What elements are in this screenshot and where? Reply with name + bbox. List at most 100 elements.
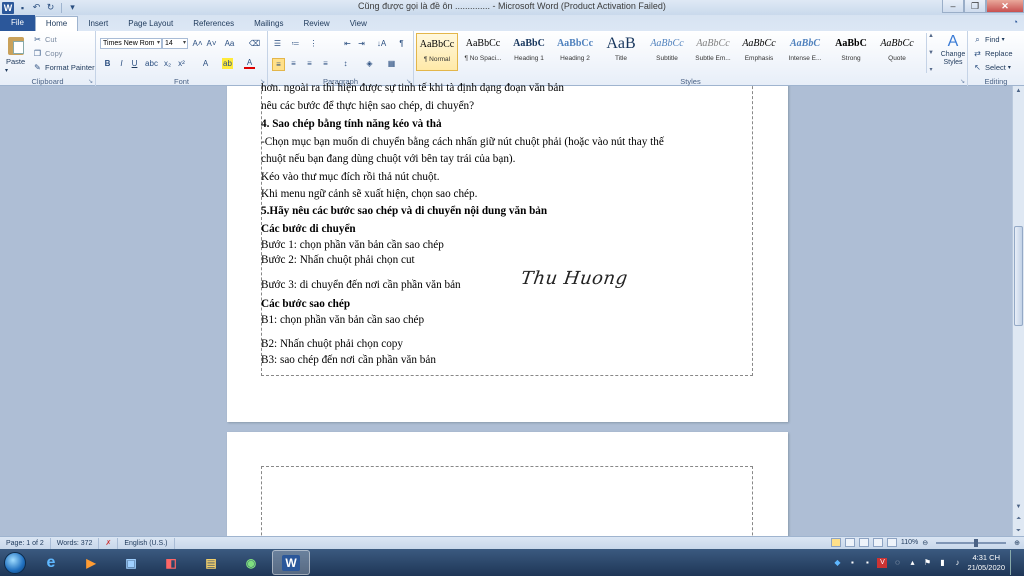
zoom-level[interactable]: 110% <box>901 539 918 546</box>
close-button[interactable]: ✕ <box>986 0 1024 13</box>
tab-view[interactable]: View <box>340 17 377 31</box>
bullets-button[interactable]: ☰ <box>272 38 283 49</box>
replace-button[interactable]: ⇄ Replace <box>972 48 1012 59</box>
tab-file[interactable]: File <box>0 15 35 31</box>
help-icon[interactable]: ◔ <box>1013 17 1018 27</box>
styles-launcher-icon[interactable]: ↘ <box>960 78 965 85</box>
outline-view-button[interactable] <box>872 538 883 547</box>
borders-button[interactable]: ▦ <box>386 58 397 69</box>
zoom-out-icon[interactable]: ⊖ <box>922 539 928 547</box>
word-app-icon[interactable]: W <box>2 1 14 14</box>
previous-page-icon[interactable]: ⏶ <box>1013 514 1024 524</box>
underline-button[interactable]: U <box>129 58 140 69</box>
shrink-font-button[interactable]: A˅ <box>206 38 217 49</box>
select-button[interactable]: ↖ Select ▾ <box>972 62 1011 73</box>
scroll-thumb[interactable] <box>1014 226 1023 326</box>
font-family-select[interactable]: Times New Rom ▾ <box>100 38 162 49</box>
style-subtle-emphasis[interactable]: AaBbCc Subtle Em... <box>692 33 734 71</box>
find-button[interactable]: ⌕ Find ▾ <box>972 34 1004 45</box>
multilevel-list-button[interactable]: ⋮ <box>308 38 319 49</box>
scroll-up-arrow-icon[interactable]: ▲ <box>1013 86 1024 96</box>
change-case-button[interactable]: Aa <box>224 38 235 49</box>
vertical-scrollbar[interactable]: ▲ ▼ ⏶ ⏷ <box>1012 86 1024 536</box>
save-icon[interactable]: ▪ <box>17 2 28 13</box>
page-2[interactable] <box>227 432 788 536</box>
style-normal[interactable]: AaBbCc ¶ Normal <box>416 33 458 71</box>
unikey-tray-icon[interactable]: V <box>877 557 888 568</box>
tray-icon[interactable]: ▪ <box>847 558 857 568</box>
cut-button[interactable]: ✂ Cut <box>32 34 57 45</box>
tray-icon[interactable]: ◌ <box>892 558 902 568</box>
scroll-down-arrow-icon[interactable]: ▼ <box>1013 502 1024 512</box>
unikey-icon[interactable]: ◧ <box>152 550 190 575</box>
style-title[interactable]: AaB Title <box>600 33 642 71</box>
show-hidden-icons[interactable]: ▴ <box>907 558 917 568</box>
word-taskbar-icon[interactable]: W <box>272 550 310 575</box>
copy-button[interactable]: ❐ Copy <box>32 48 63 59</box>
zoom-slider[interactable] <box>936 538 1007 547</box>
bold-button[interactable]: B <box>102 58 113 69</box>
clear-formatting-button[interactable]: ⌫ <box>249 38 260 49</box>
clipboard-launcher-icon[interactable]: ↘ <box>88 78 93 85</box>
show-formatting-button[interactable]: ¶ <box>396 38 407 49</box>
paste-dropdown-icon[interactable]: ▾ <box>5 67 8 74</box>
maximize-button[interactable]: ❐ <box>964 0 986 13</box>
volume-icon[interactable]: ♪ <box>952 558 962 568</box>
network-app-icon[interactable]: ▣ <box>112 550 150 575</box>
language-indicator[interactable]: English (U.S.) <box>118 537 175 549</box>
show-desktop-button[interactable] <box>1010 550 1018 575</box>
font-size-select[interactable]: 14 ▾ <box>162 38 188 49</box>
line-spacing-button[interactable]: ↕ <box>340 58 351 69</box>
tab-references[interactable]: References <box>183 17 244 31</box>
next-page-icon[interactable]: ⏷ <box>1013 526 1024 536</box>
full-screen-view-button[interactable] <box>844 538 855 547</box>
minimize-button[interactable]: – <box>942 0 964 13</box>
vpn-tray-icon[interactable]: ◆ <box>832 558 842 568</box>
file-explorer-icon[interactable]: ▤ <box>192 550 230 575</box>
superscript-button[interactable]: x² <box>176 58 187 69</box>
style-emphasis[interactable]: AaBbCc Emphasis <box>738 33 780 71</box>
decrease-indent-button[interactable]: ⇤ <box>342 38 353 49</box>
redo-icon[interactable]: ↻ <box>45 2 56 13</box>
clock[interactable]: 4:31 CH 21/05/2020 <box>967 553 1005 573</box>
paste-icon[interactable] <box>6 34 26 56</box>
network-signal-icon[interactable]: ▮ <box>937 558 947 568</box>
undo-icon[interactable]: ↶ <box>31 2 42 13</box>
style-no-spacing[interactable]: AaBbCc ¶ No Spaci... <box>462 33 504 71</box>
style-heading-2[interactable]: AaBbCc Heading 2 <box>554 33 596 71</box>
scroll-up-icon[interactable]: ▲ <box>928 33 934 39</box>
numbering-button[interactable]: ≔ <box>290 38 301 49</box>
draft-view-button[interactable] <box>886 538 897 547</box>
style-strong[interactable]: AaBbC Strong <box>830 33 872 71</box>
italic-button[interactable]: I <box>116 58 127 69</box>
tab-page-layout[interactable]: Page Layout <box>118 17 183 31</box>
style-heading-1[interactable]: AaBbC Heading 1 <box>508 33 550 71</box>
start-button[interactable] <box>0 549 30 576</box>
style-intense-emphasis[interactable]: AaBbC Intense E... <box>784 33 826 71</box>
web-layout-view-button[interactable] <box>858 538 869 547</box>
style-subtitle[interactable]: AaBbCc Subtitle <box>646 33 688 71</box>
increase-indent-button[interactable]: ⇥ <box>356 38 367 49</box>
align-center-button[interactable]: ≡ <box>288 58 299 69</box>
justify-button[interactable]: ≡ <box>320 58 331 69</box>
action-center-icon[interactable]: ⚑ <box>922 558 932 568</box>
print-layout-view-button[interactable] <box>830 538 841 547</box>
change-styles-button[interactable]: A Change Styles <box>938 33 968 67</box>
strikethrough-button[interactable]: abc <box>145 58 158 69</box>
styles-gallery-scroll[interactable]: ▲ ▼ ▾ <box>926 33 935 73</box>
tab-home[interactable]: Home <box>34 16 79 31</box>
page-count[interactable]: Page: 1 of 2 <box>0 537 51 549</box>
style-quote[interactable]: AaBbCc Quote <box>876 33 918 71</box>
highlight-button[interactable]: ab <box>222 58 233 69</box>
align-left-button[interactable]: ≡ <box>272 58 285 71</box>
format-painter-button[interactable]: ✎ Format Painter <box>32 62 94 73</box>
browser-app-icon[interactable]: ◉ <box>232 550 270 575</box>
tab-insert[interactable]: Insert <box>78 17 118 31</box>
word-count[interactable]: Words: 372 <box>51 537 100 549</box>
sort-button[interactable]: ↓A <box>376 38 387 49</box>
zoom-slider-knob[interactable] <box>974 538 979 547</box>
customize-qat-icon[interactable]: ▾ <box>67 2 78 13</box>
tab-mailings[interactable]: Mailings <box>244 17 293 31</box>
paste-button[interactable]: Paste <box>6 57 25 66</box>
tab-review[interactable]: Review <box>293 17 339 31</box>
